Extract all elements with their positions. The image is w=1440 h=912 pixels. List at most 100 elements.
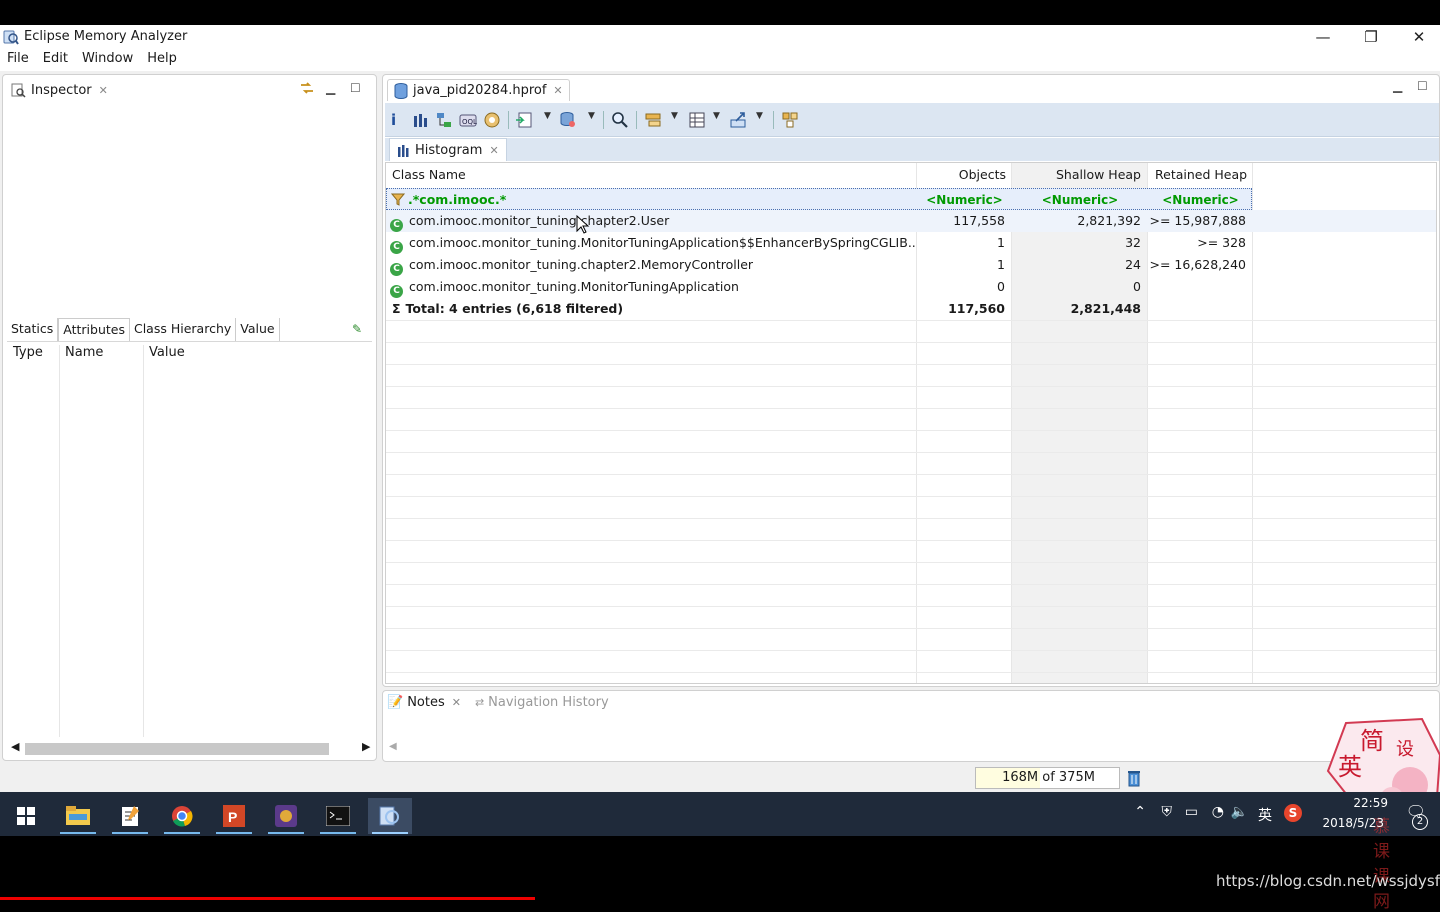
filter-row[interactable]: .*com.imooc.* <Numeric> <Numeric> <Numer… [386,188,1252,210]
histogram-tab-row: Histogram ✕ [385,138,1439,161]
col-type[interactable]: Type [7,345,59,365]
table-row[interactable]: Ccom.imooc.monitor_tuning.MonitorTuningA… [386,276,1436,298]
volume-icon[interactable]: 🔈 [1231,804,1248,820]
memory-analyzer-icon [379,806,399,826]
tab-notes[interactable]: 📝 Notes ✕ [387,695,461,710]
tab-attributes[interactable]: Attributes [58,318,130,341]
link-with-editor-icon[interactable] [299,80,315,96]
clock-date[interactable]: 2018/5/23 [1322,816,1384,830]
col-retained-heap[interactable]: Retained Heap [1155,164,1247,186]
wifi-icon[interactable]: ◔ [1212,804,1224,820]
menu-edit[interactable]: Edit [36,49,75,71]
minimize-button[interactable]: — [1300,25,1346,49]
inspector-tab-label: Inspector [31,82,92,98]
taskbar-memory-analyzer[interactable] [368,798,412,834]
dropdown-arrow-icon[interactable]: ▼ [756,111,763,121]
column-divider [59,345,60,737]
row-line [386,320,1436,321]
menu-file[interactable]: File [0,49,36,71]
row-line [386,584,1436,585]
retained-filter[interactable]: <Numeric> [1148,189,1253,211]
dropdown-arrow-icon[interactable]: ▼ [671,111,678,121]
tab-hprof-file[interactable]: java_pid20284.hprof ✕ [387,79,570,101]
close-icon[interactable]: ✕ [99,84,108,97]
dropdown-arrow-icon[interactable]: ▼ [713,111,720,121]
row-line [386,518,1436,519]
menu-window[interactable]: Window [75,49,140,71]
objects-filter[interactable]: <Numeric> [917,189,1012,211]
tab-statics[interactable]: Statics [7,318,59,341]
scroll-left-icon[interactable]: ◀ [389,741,397,752]
menu-help[interactable]: Help [140,49,184,71]
scroll-right-icon[interactable]: ▶ [362,740,370,753]
close-icon[interactable]: ✕ [489,144,498,157]
close-icon[interactable]: ✕ [452,696,461,709]
taskbar-app-game[interactable] [264,798,308,834]
clock-time[interactable]: 22:59 [1353,796,1388,810]
taskbar-notepad[interactable] [108,798,152,834]
run-report-icon[interactable] [515,111,533,129]
col-objects[interactable]: Objects [916,164,1011,186]
powerpoint-icon: P [223,805,245,827]
heap-dump-overview-icon[interactable] [483,111,501,129]
horizontal-scrollbar[interactable]: ◀ ▶ [7,740,372,756]
maximize-editor-icon[interactable]: ☐ [1417,79,1428,93]
oql-icon[interactable]: OQL [459,111,477,129]
export-icon[interactable] [730,111,748,129]
col-name[interactable]: Name [59,345,143,365]
restore-button[interactable]: ❐ [1348,25,1394,49]
show-hidden-icons-icon[interactable]: ⌃ [1134,804,1146,820]
search-icon[interactable] [611,111,629,129]
col-value[interactable]: Value [143,345,185,365]
taskbar-file-explorer[interactable] [56,798,100,834]
taskbar-chrome[interactable] [160,798,204,834]
shallow-filter[interactable]: <Numeric> [1012,189,1148,211]
histogram-tab-label: Histogram [415,142,483,158]
dominator-tree-icon[interactable] [435,111,453,129]
calculate-retained-icon[interactable] [688,111,706,129]
maximize-view-icon[interactable]: ☐ [350,81,361,95]
trash-icon[interactable] [1127,769,1141,787]
app-icon [275,805,297,827]
table-row[interactable]: Ccom.imooc.monitor_tuning.chapter2.Memor… [386,254,1436,276]
scroll-left-icon[interactable]: ◀ [11,740,19,753]
close-icon[interactable]: ✕ [553,84,562,97]
taskbar-terminal[interactable] [316,798,360,834]
security-shield-icon[interactable]: ⛨ [1162,804,1173,820]
tab-navigation-history[interactable]: ⇄ Navigation History [475,695,609,710]
retained-value [1147,276,1252,298]
minimize-editor-icon[interactable]: ▁ [1393,79,1402,93]
heap-status[interactable]: 168M of 375M [975,765,1145,789]
minimize-view-icon[interactable]: ▁ [326,81,335,95]
close-button[interactable]: ✕ [1396,25,1440,49]
objects-value: 117,558 [953,213,1005,228]
class-name: com.imooc.monitor_tuning.MonitorTuningAp… [409,279,739,294]
scroll-thumb[interactable] [25,743,329,755]
row-line [386,452,1436,453]
dropdown-arrow-icon[interactable]: ▼ [588,111,595,121]
dropdown-arrow-icon[interactable]: ▼ [544,111,551,121]
start-button[interactable] [4,798,48,834]
attributes-header: Type Name Value [7,345,372,365]
ime-indicator[interactable]: 英 [1258,805,1272,825]
tab-histogram[interactable]: Histogram ✕ [389,138,507,161]
sogou-input-icon[interactable]: S [1284,804,1302,822]
tab-class-hierarchy[interactable]: Class Hierarchy [130,318,237,341]
table-row[interactable]: Ccom.imooc.monitor_tuning.chapter2.User … [386,210,1436,232]
tab-inspector[interactable]: Inspector ✕ [7,79,112,101]
hprof-tab-label: java_pid20284.hprof [413,83,547,98]
col-shallow-heap[interactable]: Shallow Heap [1011,164,1147,186]
battery-icon[interactable]: ▭ [1185,804,1198,820]
histogram-icon[interactable] [411,111,429,129]
query-browser-icon[interactable] [559,111,577,129]
compare-icon[interactable] [781,111,799,129]
histogram-table: Class Name Objects Shallow Heap Retained… [385,162,1437,684]
group-by-icon[interactable] [644,111,662,129]
taskbar-powerpoint[interactable]: P [212,798,256,834]
pin-icon[interactable]: ✎ [352,322,362,336]
tab-value[interactable]: Value [236,318,280,341]
overview-icon[interactable]: i [391,111,409,129]
col-class-name[interactable]: Class Name [392,164,466,186]
table-row[interactable]: Ccom.imooc.monitor_tuning.MonitorTuningA… [386,232,1436,254]
filter-text[interactable]: .*com.imooc.* [408,192,506,207]
